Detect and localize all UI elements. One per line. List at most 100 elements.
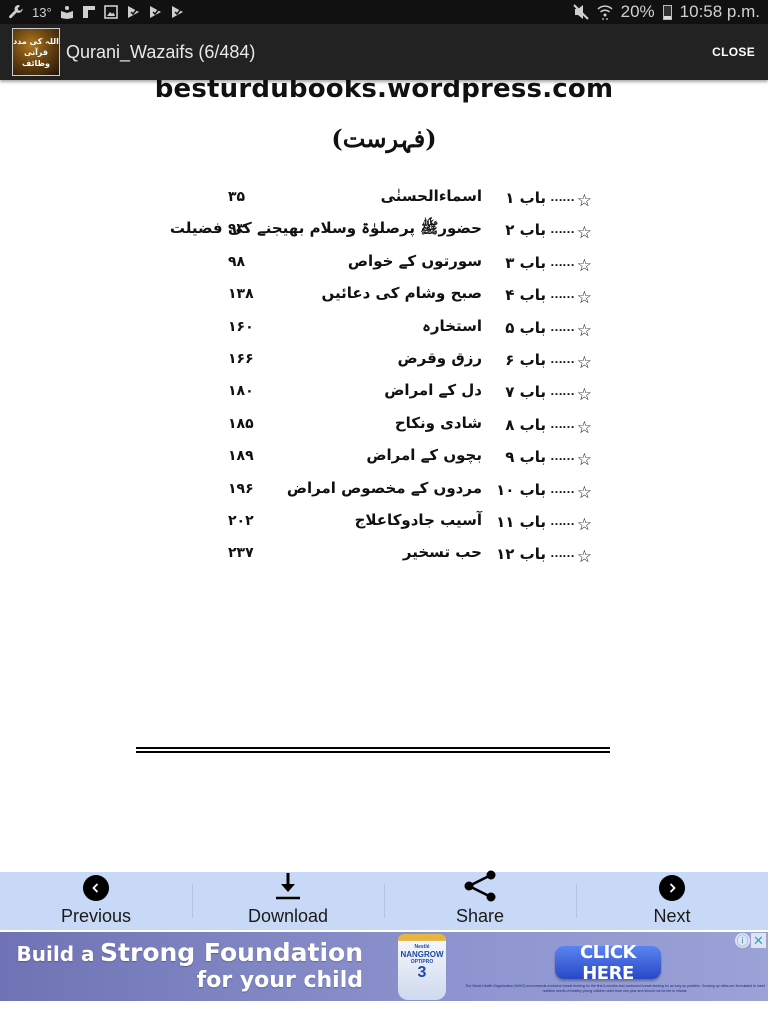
ad-headline-prefix: Build a <box>16 942 95 966</box>
star-icon: ☆ <box>576 547 592 567</box>
toc-chapter: باب ۷ <box>505 383 546 402</box>
star-icon: ☆ <box>576 417 592 437</box>
star-icon: ☆ <box>576 482 592 502</box>
app-title: Qurani_Wazaifs (6/484) <box>66 41 256 62</box>
toc-topic: اسماءالحسنٰی <box>380 187 482 205</box>
ad-banner[interactable]: Build a Strong Foundation for your child… <box>0 932 768 1001</box>
star-icon: ☆ <box>576 352 592 372</box>
toc-page-number: ۱۹۶ <box>228 480 254 497</box>
toc-chapter: باب ۱۱ <box>496 512 546 531</box>
toc-row: ☆…… باب ۴ صبح وشام کی دعائیں ۱۳۸ <box>222 283 594 315</box>
toc-topic: صبح وشام کی دعائیں <box>321 284 482 303</box>
toc-topic: استخارہ <box>422 316 482 335</box>
toc-chapter: باب ۱۰ <box>496 480 546 499</box>
toc-page-number: ۹۸ <box>228 253 246 270</box>
ad-click-here-button[interactable]: CLICK HERE <box>555 942 661 984</box>
star-icon: ☆ <box>576 255 592 275</box>
download-label: Download <box>247 906 329 926</box>
toc-leader-dots: …… <box>550 189 575 204</box>
toc-page-number: ۲۰۲ <box>228 512 254 529</box>
star-icon: ☆ <box>576 385 592 405</box>
toc-topic: بچوں کے امراض <box>366 446 482 465</box>
star-icon: ☆ <box>576 191 592 210</box>
wifi-icon <box>597 4 613 20</box>
page-watermark: besturdubooks.wordpress.com <box>154 80 614 104</box>
toc-row: ☆…… باب ۸ شادی ونکاح ۱۸۵ <box>222 413 594 445</box>
status-left-icons: 13° <box>8 4 184 20</box>
ad-product-image: Nestlé NANGROW OPTIPRO 3 <box>398 934 446 1000</box>
star-icon: ☆ <box>576 514 592 534</box>
ad-headline: Build a Strong Foundation <box>17 938 364 967</box>
toc-row: ☆…… باب ۵ استخارہ ۱۶۰ <box>222 316 594 348</box>
toc-page-number: ۱۳۸ <box>228 286 254 303</box>
toc-chapter: باب ۸ <box>505 415 546 434</box>
toc-page-number: ۱۸۰ <box>228 383 254 400</box>
toc-leader-dots: …… <box>550 318 575 334</box>
toc-page-number: ۱۶۶ <box>228 350 254 367</box>
toc-page-number: ۳۵ <box>228 189 246 205</box>
app-logo: اللہ کی مدد قرآنی وظائف <box>12 28 60 76</box>
close-button[interactable]: CLOSE <box>712 45 755 59</box>
toc-page-number: ۱۸۵ <box>228 415 254 432</box>
share-label: Share <box>455 906 505 926</box>
toc-topic: سورتوں کے خواص <box>347 251 482 270</box>
status-bar: 13° 20% 10:58 p.m. <box>0 0 768 24</box>
ad-disclaimer: The World Health Organization (WHO) reco… <box>465 984 765 993</box>
previous-label: Previous <box>60 906 132 926</box>
star-icon: ☆ <box>576 450 592 470</box>
mute-icon <box>572 4 589 20</box>
app-logo-line: اللہ کی مدد <box>13 36 59 46</box>
toc-leader-dots: …… <box>550 383 575 399</box>
play-store-icon <box>170 5 184 19</box>
toc-leader-dots: …… <box>550 480 575 496</box>
download-button[interactable]: Download <box>192 872 384 930</box>
toc-topic: آسیب جادوکاعلاج <box>354 510 482 529</box>
toc-topic: دل کے امراض <box>384 381 482 400</box>
ad-product-stage: 3 <box>417 964 427 981</box>
temperature-text: 13° <box>32 4 52 20</box>
play-store-icon <box>148 5 162 19</box>
toc-leader-dots: …… <box>550 350 575 366</box>
ad-headline-main: Strong Foundation <box>100 938 363 967</box>
reader-icon <box>60 5 74 19</box>
share-button[interactable]: Share <box>384 870 576 930</box>
toc-row: ☆…… باب ۱۰ مردوں کے مخصوص امراض ۱۹۶ <box>222 478 594 510</box>
app-bar: اللہ کی مدد قرآنی وظائف Qurani_Wazaifs (… <box>0 24 768 80</box>
app-logo-line: وظائف <box>21 58 51 68</box>
toc-leader-dots: …… <box>550 545 575 561</box>
app-logo-line: قرآنی <box>23 47 49 57</box>
download-icon <box>273 872 303 905</box>
toc-row: ☆…… باب ۲ حضورﷺ پرصلوٰۃ وسلام بھیجنے کی فض… <box>170 218 594 250</box>
toc-row: ☆…… باب ۱ اسماءالحسنٰی ۳۵ <box>222 186 594 218</box>
toc-chapter: باب ۲ <box>505 221 546 240</box>
page-divider <box>136 751 610 753</box>
toc-page-number: ۱۸۹ <box>228 448 254 465</box>
previous-button[interactable]: Previous <box>0 872 192 930</box>
bottom-nav-bar: Previous Download Share Next <box>0 870 768 930</box>
gallery-icon <box>103 5 118 19</box>
toc-page-number: ۱۶۰ <box>228 318 254 335</box>
toc-leader-dots: …… <box>550 221 575 237</box>
next-button[interactable]: Next <box>576 872 768 930</box>
chevron-left-icon <box>83 875 109 901</box>
toc-chapter: باب ۶ <box>505 350 546 369</box>
toc-row: ☆…… باب ۹ بچوں کے امراض ۱۸۹ <box>222 445 594 477</box>
toc-leader-dots: …… <box>550 286 575 302</box>
ad-product-brand: NANGROW <box>400 950 444 959</box>
ad-close-icon[interactable]: ✕ <box>751 933 766 948</box>
wrench-icon <box>8 4 24 20</box>
ad-subheadline: for your child <box>196 968 363 993</box>
pdf-page[interactable]: besturdubooks.wordpress.com (فہرست) ☆…… ب… <box>0 80 768 872</box>
toc-row: ☆…… باب ۶ رزق وقرض ۱۶۶ <box>222 348 594 380</box>
battery-icon <box>662 4 672 20</box>
ad-info-icon[interactable]: ⓘ <box>735 933 750 948</box>
clock: 10:58 p.m. <box>679 2 760 21</box>
table-of-contents: ☆…… باب ۱ اسماءالحسنٰی ۳۵ ☆…… باب ۲ حضورﷺ پرصل… <box>170 186 594 575</box>
next-label: Next <box>653 906 691 926</box>
battery-percent: 20% <box>620 2 655 21</box>
toc-row: ☆…… باب ۱۱ آسیب جادوکاعلاج ۲۰۲ <box>222 510 594 542</box>
star-icon: ☆ <box>576 288 592 308</box>
toc-leader-dots: …… <box>550 415 575 431</box>
battery-fill <box>663 15 671 19</box>
share-icon <box>463 870 497 907</box>
